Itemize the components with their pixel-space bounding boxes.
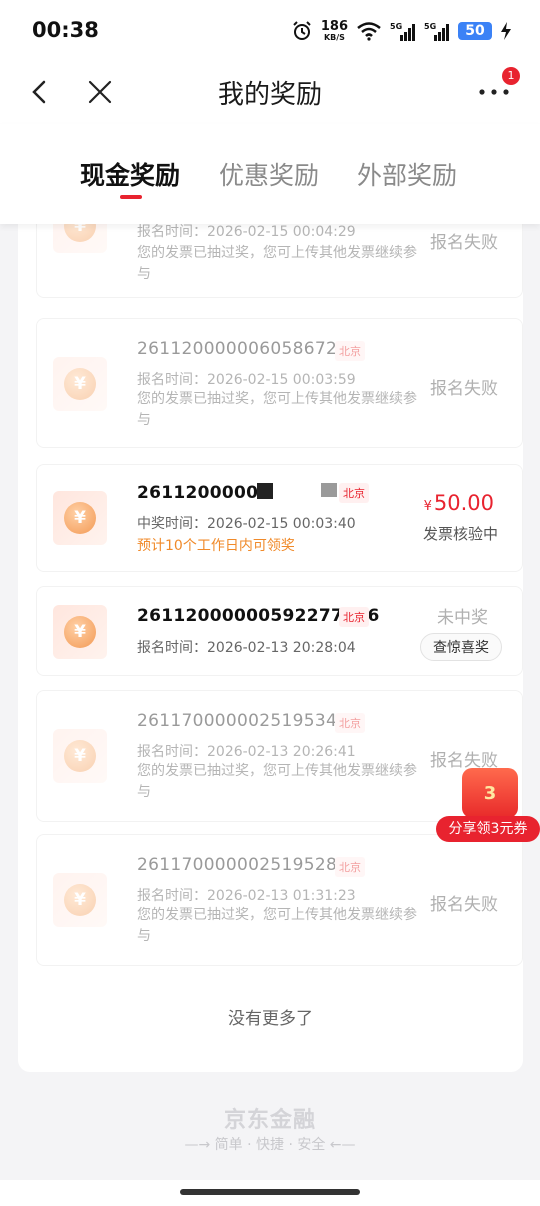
coin-icon-box: ¥ [53, 357, 107, 411]
record-invoice-number: 26112000000605867221 [137, 339, 360, 359]
brand-name: 京东金融 [223, 1108, 316, 1133]
svg-text:5G: 5G [424, 22, 436, 31]
coin-icon-box: ¥ [53, 729, 107, 783]
record-status: 未中奖 [437, 608, 488, 628]
record-time: 中奖时间：2026-02-15 00:03:40 [137, 516, 356, 532]
city-tag: 北京 [339, 483, 369, 503]
view-surprise-button[interactable]: 查惊喜奖 [420, 633, 502, 661]
record-status: 报名失败 [430, 233, 498, 253]
record-time: 报名时间：2026-02-13 20:28:04 [137, 640, 356, 656]
charging-icon [501, 22, 511, 40]
brand-tagline: —→ 简单 · 快捷 · 安全 ←— [184, 1137, 356, 1153]
list-end-text: 没有更多了 [228, 1009, 313, 1029]
yuan-coin-icon: ¥ [64, 368, 96, 400]
record-invoice-number: 26117000000251952897 [137, 855, 360, 875]
masked-digits [321, 483, 337, 497]
active-tab-indicator [120, 195, 142, 199]
tab-external-reward[interactable]: 外部奖励 [357, 156, 457, 192]
home-indicator[interactable] [180, 1189, 360, 1195]
currency-symbol: ¥ [423, 499, 432, 514]
city-tag: 北京 [335, 341, 365, 361]
battery-indicator: 50 [458, 22, 492, 40]
status-bar: 00:38 186 KB/S 5G 5G 50 [0, 0, 540, 62]
masked-digits [257, 483, 273, 499]
reward-record[interactable]: ¥ 26112000000592277836 北京 报名时间：2026-02-1… [36, 586, 523, 676]
reward-record[interactable]: ¥ 26117000000251952897 北京 报名时间：2026-02-1… [36, 834, 523, 966]
tab-discount-reward[interactable]: 优惠奖励 [219, 156, 319, 192]
coin-icon-box: ¥ [53, 491, 107, 545]
record-note: 您的发票已抽过奖，您可上传其他发票继续参与 [137, 763, 417, 800]
reward-list: ¥ 报名时间：2026-02-15 00:04:29 您的发票已抽过奖，您可上传… [18, 180, 523, 1072]
record-status: 报名失败 [430, 379, 498, 399]
city-tag: 北京 [339, 607, 369, 627]
status-icons: 186 KB/S 5G 5G 50 [291, 16, 512, 46]
record-note: 您的发票已抽过奖，您可上传其他发票继续参与 [137, 907, 417, 944]
coin-icon-box: ¥ [53, 605, 107, 659]
record-note: 您的发票已抽过奖，您可上传其他发票继续参与 [137, 245, 417, 282]
yuan-coin-icon: ¥ [64, 740, 96, 772]
yuan-coin-icon: ¥ [64, 884, 96, 916]
record-time: 报名时间：2026-02-15 00:03:59 [137, 372, 356, 388]
yuan-coin-icon: ¥ [64, 502, 96, 534]
speed-unit: KB/S [323, 32, 345, 42]
record-note: 您的发票已抽过奖，您可上传其他发票继续参与 [137, 391, 417, 428]
prize-value: 50.00 [433, 491, 494, 515]
signal-icon-1: 5G [390, 22, 415, 41]
record-status: 发票核验中 [422, 525, 498, 543]
record-invoice-number: 26117000000251953462 [137, 711, 360, 731]
reward-record[interactable]: ¥ 26112000000 北京 中奖时间：2026-02-15 00:03:4… [36, 464, 523, 572]
wifi-icon [357, 22, 381, 41]
record-invoice-number: 26112000000 [137, 483, 271, 503]
record-time: 报名时间：2026-02-13 20:26:41 [137, 744, 356, 760]
promo-label: 分享领3元券 [436, 816, 540, 842]
claim-eta: 预计10个工作日内可领奖 [137, 538, 295, 554]
record-time: 报名时间：2026-02-15 00:04:29 [137, 224, 356, 240]
share-coupon-promo[interactable]: 3 分享领3元券 [436, 768, 540, 844]
svg-text:5G: 5G [390, 22, 402, 31]
yuan-coin-icon: ¥ [64, 616, 96, 648]
page-title: 我的奖励 [217, 80, 322, 110]
reward-record[interactable]: ¥ 26112000000605867221 北京 报名时间：2026-02-1… [36, 318, 523, 448]
record-status: 报名失败 [430, 895, 498, 915]
notification-badge: 1 [502, 67, 520, 85]
prize-amount: ¥50.00 [424, 491, 494, 515]
nav-bar: 我的奖励 [0, 62, 540, 124]
status-time: 00:38 [32, 18, 99, 42]
speed-value: 186 [320, 18, 348, 34]
network-speed: 186 KB/S [320, 18, 348, 42]
city-tag: 北京 [335, 713, 365, 733]
reward-tabs: 现金奖励 优惠奖励 外部奖励 [0, 124, 540, 224]
tab-cash-reward[interactable]: 现金奖励 [80, 156, 180, 192]
gift-icon: 3 [462, 768, 518, 818]
city-tag: 北京 [335, 857, 365, 877]
record-time: 报名时间：2026-02-13 01:31:23 [137, 888, 356, 904]
alarm-icon [293, 21, 311, 40]
coin-icon-box: ¥ [53, 873, 107, 927]
signal-icon-2: 5G [424, 22, 449, 41]
